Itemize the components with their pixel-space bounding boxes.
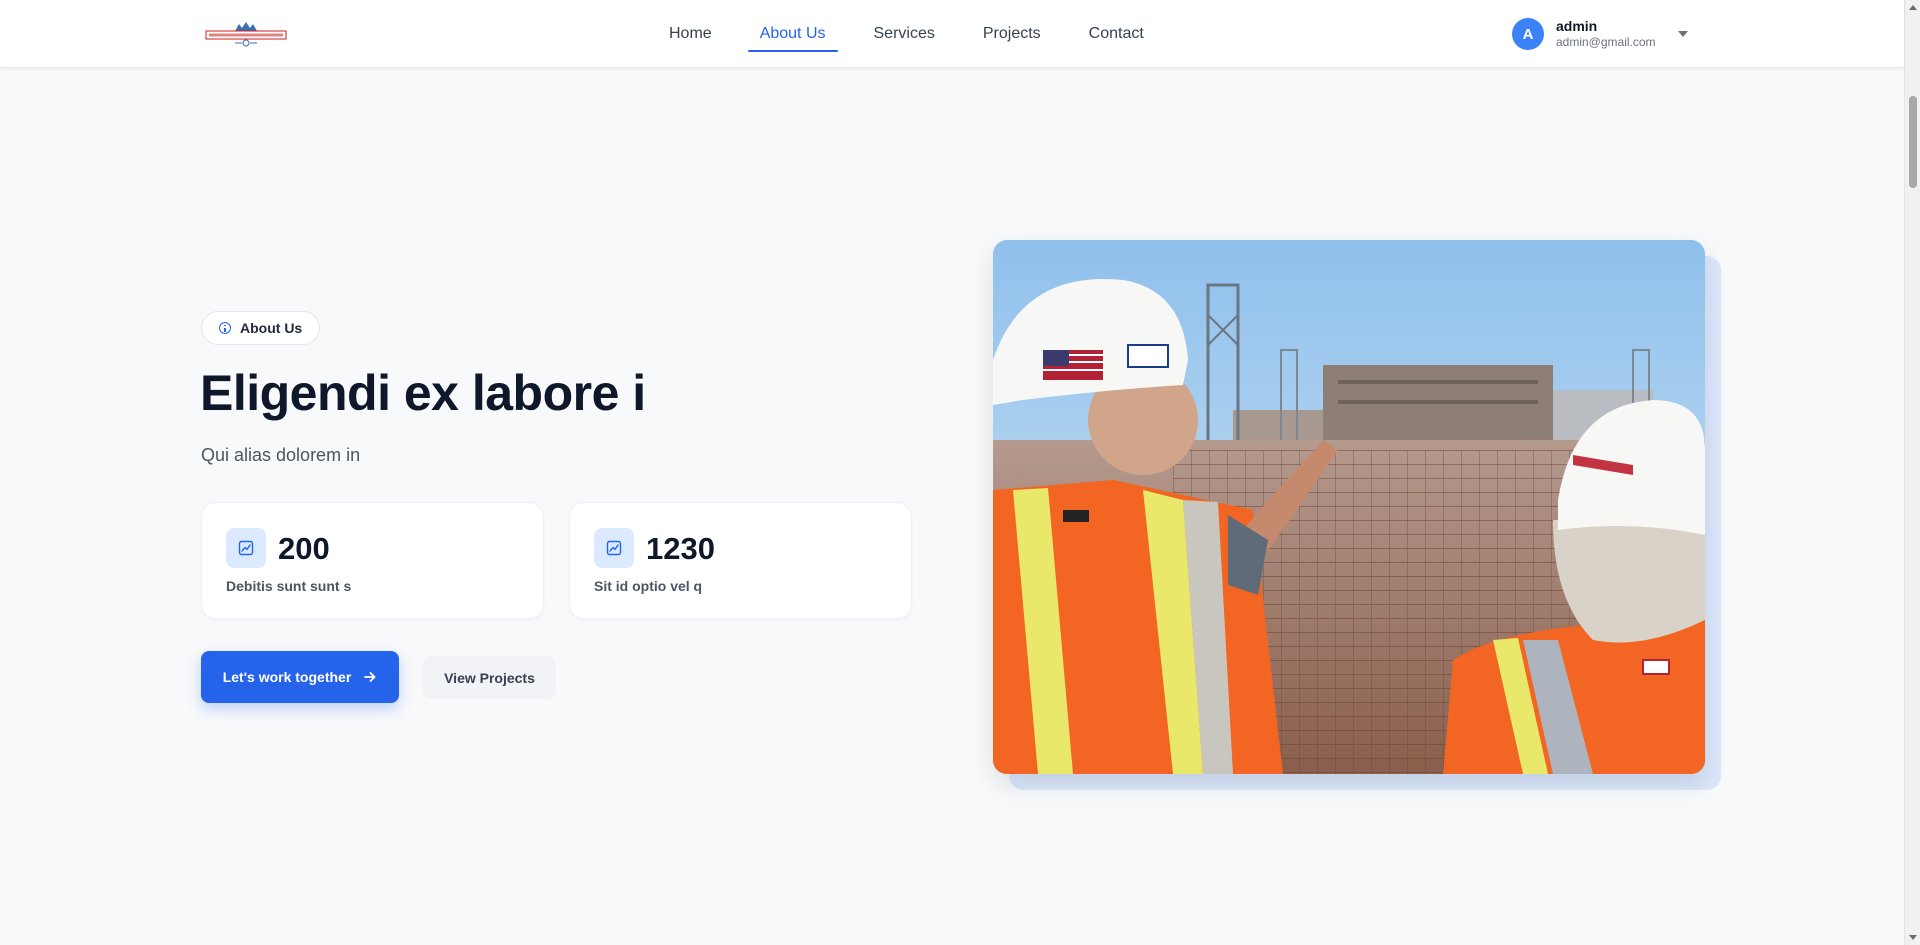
- section-badge: About Us: [201, 311, 321, 345]
- nav-home[interactable]: Home: [657, 0, 724, 68]
- info-icon: [219, 322, 231, 334]
- stat-card: 200 Debitis sunt sunt s: [201, 502, 544, 619]
- hero-title: Eligendi ex labore i: [200, 365, 646, 421]
- lets-work-together-button[interactable]: Let's work together: [201, 651, 399, 703]
- stat-card: 1230 Sit id optio vel q: [569, 502, 912, 619]
- nav-about-us[interactable]: About Us: [747, 0, 838, 68]
- chart-line-icon: [594, 528, 634, 568]
- user-menu[interactable]: A admin admin@gmail.com: [1512, 16, 1688, 52]
- section-badge-label: About Us: [240, 320, 303, 336]
- nav-contact[interactable]: Contact: [1077, 0, 1156, 68]
- avatar: A: [1512, 18, 1544, 50]
- user-email: admin@gmail.com: [1556, 35, 1656, 50]
- stat-label: Sit id optio vel q: [594, 578, 703, 594]
- arrow-right-icon: [364, 672, 376, 682]
- scroll-down-icon[interactable]: [1909, 935, 1917, 940]
- stat-value: 200: [278, 531, 330, 566]
- lets-work-together-label: Let's work together: [222, 669, 352, 685]
- hero-construction-image: [993, 240, 1705, 774]
- user-info: admin admin@gmail.com: [1556, 18, 1656, 51]
- navbar: Home About Us Services Projects Contact …: [0, 0, 1904, 68]
- chart-line-icon: [226, 528, 266, 568]
- chevron-down-icon[interactable]: [1677, 31, 1688, 37]
- stat-value: 1230: [646, 531, 715, 566]
- stat-label: Debitis sunt sunt s: [226, 578, 352, 594]
- scroll-thumb[interactable]: [1909, 96, 1917, 188]
- company-logo[interactable]: [205, 21, 287, 48]
- nav-projects[interactable]: Projects: [971, 0, 1053, 68]
- nav-services[interactable]: Services: [862, 0, 947, 68]
- hero-subtitle: Qui alias dolorem in: [201, 445, 361, 465]
- main-nav: Home About Us Services Projects Contact: [657, 0, 1156, 68]
- scroll-up-icon[interactable]: [1909, 5, 1917, 10]
- view-projects-button[interactable]: View Projects: [423, 656, 556, 699]
- page-scrollbar[interactable]: [1904, 0, 1920, 945]
- user-name: admin: [1556, 17, 1598, 34]
